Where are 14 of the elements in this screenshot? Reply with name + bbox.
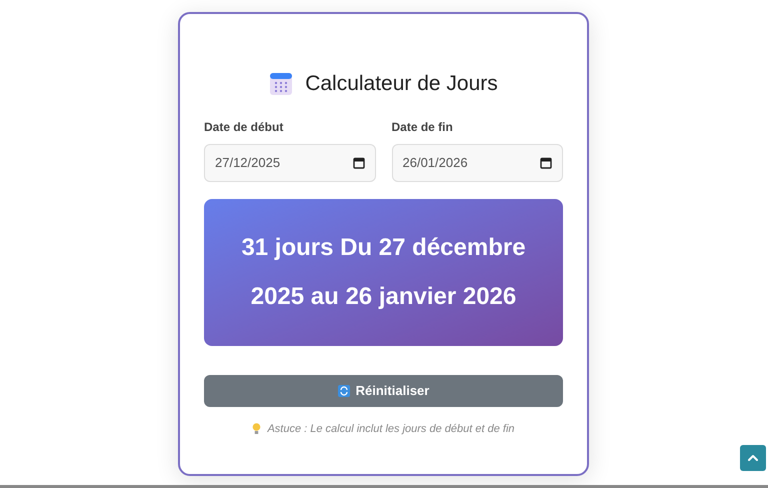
tip-text: Astuce : Le calcul inclut les jours de début et de fin xyxy=(267,422,515,436)
date-field[interactable]: 26/01/2026 xyxy=(392,144,563,182)
scroll-to-top-button[interactable] xyxy=(740,445,766,471)
field-label: Date de début xyxy=(204,118,284,136)
lightbulb-icon xyxy=(252,422,262,435)
field-label: Date de fin xyxy=(392,118,454,136)
page-title: Calculateur de Jours xyxy=(305,71,498,97)
reset-button[interactable]: Réinitialiser xyxy=(204,374,563,406)
calendar-icon[interactable] xyxy=(352,156,364,168)
calendar-icon xyxy=(269,72,294,96)
result-text: 31 jours Du 27 décembre 2025 au 26 janvier 2026 xyxy=(240,233,527,312)
calendar-icon[interactable] xyxy=(540,156,552,168)
refresh-icon xyxy=(338,384,350,396)
date-field[interactable]: 27/12/2025 xyxy=(204,144,376,182)
